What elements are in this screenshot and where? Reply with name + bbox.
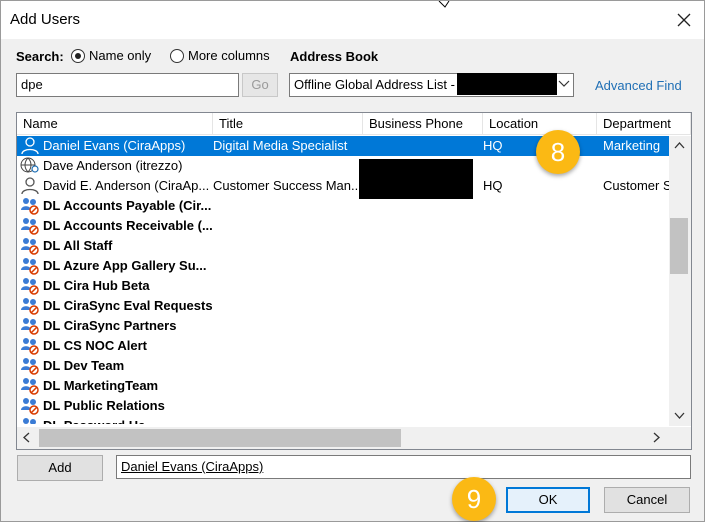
- scroll-up-icon[interactable]: [674, 142, 685, 149]
- add-users-dialog: Add Users Search: Name only More columns…: [0, 0, 705, 522]
- scroll-corner: [669, 427, 691, 449]
- distribution-list-icon: [21, 258, 39, 275]
- row-name: DL Accounts Payable (Cir...: [43, 198, 212, 213]
- distribution-list-icon: [21, 358, 39, 375]
- list-item[interactable]: DL CiraSync Eval Requests: [17, 296, 669, 316]
- row-name: DL Cira Hub Beta: [43, 278, 150, 293]
- cancel-button[interactable]: Cancel: [604, 487, 690, 513]
- distribution-list-icon: [21, 378, 39, 395]
- list-item[interactable]: DL All Staff: [17, 236, 669, 256]
- column-header-title[interactable]: Title: [213, 113, 363, 134]
- radio-name-only[interactable]: Name only: [71, 48, 151, 63]
- distribution-list-icon: [21, 318, 39, 335]
- redaction-block: [359, 159, 473, 199]
- list-item[interactable]: DL Cira Hub Beta: [17, 276, 669, 296]
- vertical-scroll-thumb[interactable]: [670, 218, 688, 274]
- row-name: DL Azure App Gallery Su...: [43, 258, 207, 273]
- distribution-list-icon: [21, 218, 39, 235]
- row-name: DL Accounts Receivable (...: [43, 218, 213, 233]
- row-name: DL CiraSync Partners: [43, 318, 177, 333]
- column-header-business-phone[interactable]: Business Phone: [363, 113, 483, 134]
- mouse-cursor-icon: [438, 1, 450, 8]
- column-header-location[interactable]: Location: [483, 113, 597, 134]
- external-contact-icon: [20, 157, 39, 173]
- row-name: DL Public Relations: [43, 398, 165, 413]
- advanced-find-link[interactable]: Advanced Find: [595, 78, 682, 93]
- row-title: Customer Success Man...: [213, 178, 359, 193]
- distribution-list-icon: [23, 418, 36, 424]
- step-badge-9: 9: [452, 477, 496, 521]
- distribution-list-icon: [21, 338, 39, 355]
- row-location: HQ: [483, 178, 503, 193]
- radio-name-only-label: Name only: [89, 48, 152, 63]
- list-item[interactable]: DL CiraSync Partners: [17, 316, 669, 336]
- selected-user-value: Daniel Evans (CiraApps): [121, 459, 264, 474]
- step-badge-8: 8: [536, 130, 580, 174]
- close-icon[interactable]: [671, 7, 697, 33]
- address-list: Name Title Business Phone Location Depar…: [16, 112, 692, 450]
- row-name: DL MarketingTeam: [43, 378, 159, 393]
- user-icon: [21, 177, 39, 195]
- row-name: Daniel Evans (CiraApps): [43, 138, 186, 153]
- radio-dot: [71, 48, 85, 63]
- scroll-left-icon[interactable]: [23, 432, 30, 443]
- address-book-selected: Offline Global Address List -: [294, 77, 455, 92]
- add-button[interactable]: Add: [17, 455, 103, 481]
- distribution-list-icon: [21, 238, 39, 255]
- column-header-row: Name Title Business Phone Location Depar…: [17, 113, 691, 135]
- list-item[interactable]: DL Dev Team: [17, 356, 669, 376]
- row-name: DL Password Ha...: [43, 416, 213, 424]
- dialog-title: Add Users: [10, 11, 81, 28]
- address-book-label: Address Book: [290, 49, 379, 64]
- ok-button[interactable]: OK: [506, 487, 590, 513]
- scroll-down-icon[interactable]: [674, 412, 685, 419]
- distribution-list-icon: [21, 398, 39, 415]
- address-rows: Daniel Evans (CiraApps) Digital Media Sp…: [17, 136, 669, 424]
- search-input-value: dpe: [21, 77, 43, 92]
- column-header-department[interactable]: Department: [597, 113, 691, 134]
- user-icon: [21, 137, 39, 155]
- radio-more-columns[interactable]: More columns: [170, 48, 270, 63]
- row-name: DL CS NOC Alert: [43, 338, 148, 353]
- distribution-list-icon: [21, 298, 39, 315]
- go-button[interactable]: Go: [242, 73, 278, 97]
- row-name: David E. Anderson (CiraAp...: [43, 178, 209, 193]
- list-item[interactable]: DL Accounts Receivable (...: [17, 216, 669, 236]
- list-item[interactable]: DL Azure App Gallery Su...: [17, 256, 669, 276]
- row-name: Dave Anderson (itrezzo): [43, 158, 183, 173]
- row-department: Customer S: [603, 178, 669, 193]
- radio-more-columns-label: More columns: [188, 48, 270, 63]
- search-input[interactable]: dpe: [16, 73, 239, 97]
- row-name: DL All Staff: [43, 238, 113, 253]
- horizontal-scrollbar[interactable]: [17, 427, 669, 449]
- list-item[interactable]: DL Accounts Payable (Cir...: [17, 196, 669, 216]
- list-item[interactable]: DL MarketingTeam: [17, 376, 669, 396]
- radio-dot: [170, 48, 184, 63]
- row-name: DL Dev Team: [43, 358, 125, 373]
- list-item[interactable]: David E. Anderson (CiraAp... Customer Su…: [17, 176, 669, 196]
- vertical-scrollbar[interactable]: [669, 136, 691, 426]
- row-department: Marketing: [603, 138, 661, 153]
- scroll-right-icon[interactable]: [653, 432, 660, 443]
- list-item[interactable]: DL Password Ha...: [17, 416, 669, 424]
- row-title: Digital Media Specialist: [213, 138, 348, 153]
- selected-users-field[interactable]: Daniel Evans (CiraApps): [116, 455, 691, 479]
- distribution-list-icon: [21, 198, 39, 215]
- list-item[interactable]: DL CS NOC Alert: [17, 336, 669, 356]
- list-item[interactable]: DL Public Relations: [17, 396, 669, 416]
- distribution-list-icon: [21, 278, 39, 295]
- row-name: DL CiraSync Eval Requests: [43, 298, 213, 313]
- redaction-block: [457, 73, 557, 95]
- horizontal-scroll-thumb[interactable]: [39, 429, 401, 447]
- column-header-name[interactable]: Name: [17, 113, 213, 134]
- chevron-down-icon[interactable]: [558, 80, 570, 88]
- title-bar: Add Users: [1, 1, 704, 39]
- search-label: Search:: [16, 49, 64, 64]
- search-options-row: Search: Name only More columns Address B…: [1, 48, 704, 68]
